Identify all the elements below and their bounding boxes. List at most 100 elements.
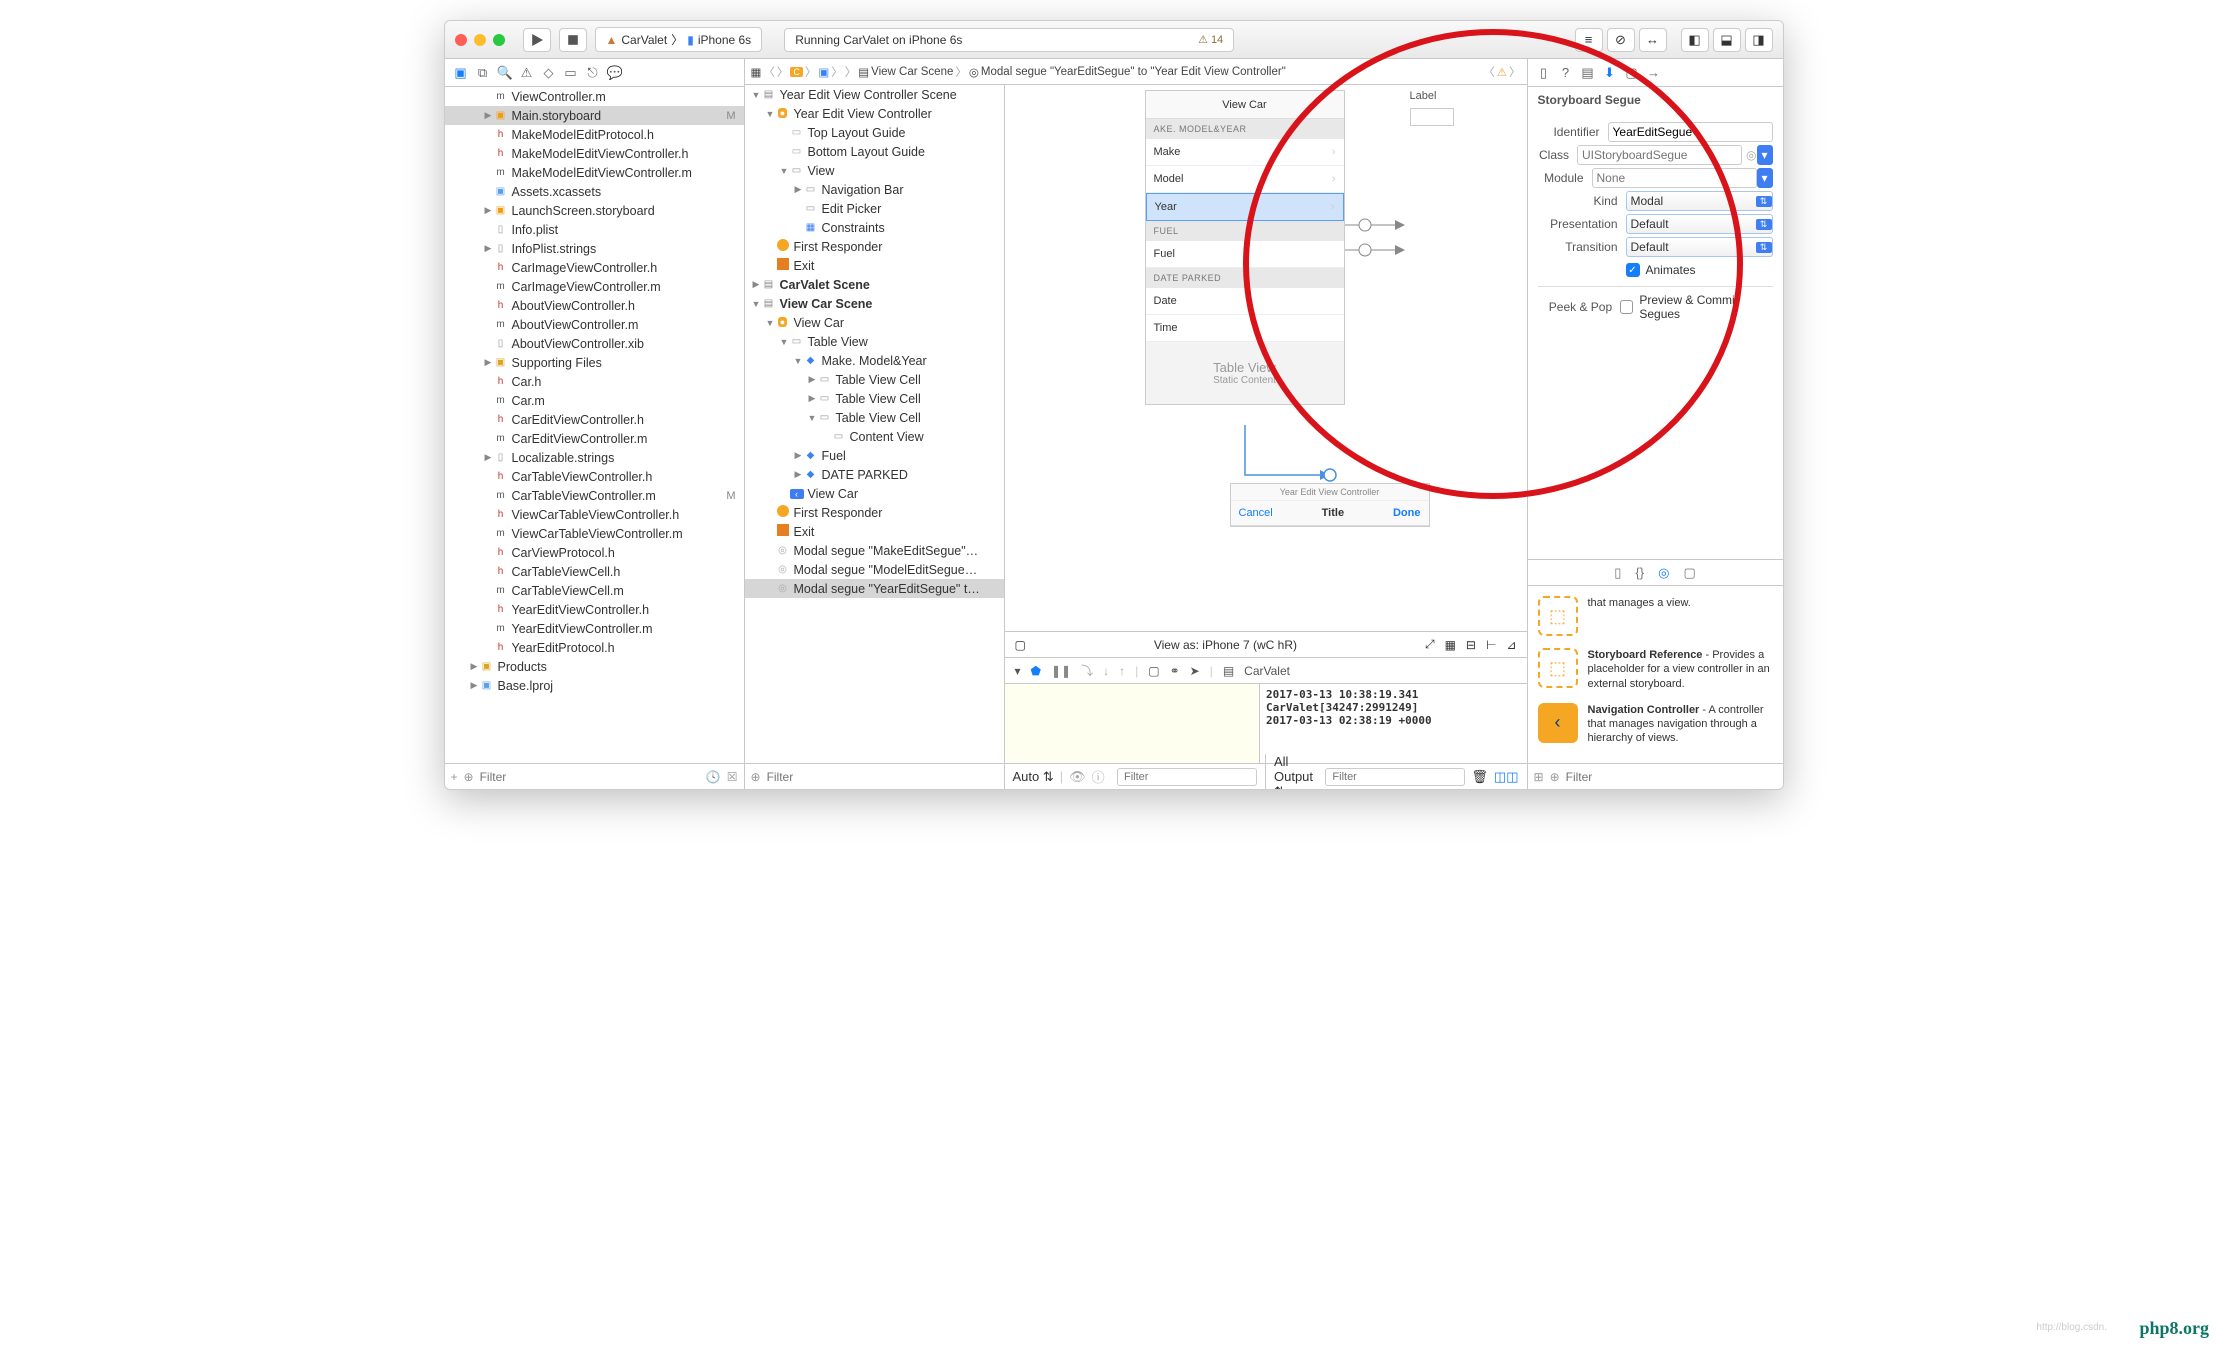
file-row[interactable]: ▯Info.plist — [445, 220, 744, 239]
zoom-icon[interactable] — [493, 34, 505, 46]
test-navigator-icon[interactable]: ◇ — [541, 65, 557, 81]
file-row[interactable]: hViewCarTableViewController.h — [445, 505, 744, 524]
peek-checkbox[interactable] — [1620, 300, 1633, 314]
forward-icon[interactable]: 〉 — [777, 64, 789, 80]
file-row[interactable]: ▶▣Main.storyboardM — [445, 106, 744, 125]
identity-inspector-icon[interactable]: ▤ — [1580, 65, 1596, 81]
memory-graph-icon[interactable]: ⚭ — [1170, 664, 1180, 678]
report-navigator-icon[interactable]: 💬 — [607, 65, 623, 81]
outline-row[interactable]: ▼●View Car — [745, 313, 1004, 332]
file-row[interactable]: hCarViewProtocol.h — [445, 543, 744, 562]
file-row[interactable]: hCarEditViewController.h — [445, 410, 744, 429]
file-row[interactable]: hYearEditProtocol.h — [445, 638, 744, 657]
step-out-icon[interactable]: ↑ — [1119, 664, 1125, 678]
breakpoint-toggle-icon[interactable]: ⬟ — [1031, 664, 1041, 678]
presentation-select[interactable]: Default⇅ — [1626, 214, 1773, 234]
library-item[interactable]: ‹Navigation Controller - A controller th… — [1536, 697, 1775, 752]
outline-row[interactable]: ▦Constraints — [745, 218, 1004, 237]
file-row[interactable]: mViewController.m — [445, 87, 744, 106]
file-tree[interactable]: mViewController.m▶▣Main.storyboardMhMake… — [445, 87, 744, 763]
file-row[interactable]: hYearEditViewController.h — [445, 600, 744, 619]
pause-icon[interactable]: ❚❚ — [1051, 664, 1071, 678]
file-row[interactable]: mCarTableViewController.mM — [445, 486, 744, 505]
view-debug-icon[interactable]: ▢ — [1148, 664, 1159, 678]
file-row[interactable]: mViewCarTableViewController.m — [445, 524, 744, 543]
label-object[interactable]: Label — [1410, 90, 1460, 126]
file-template-icon[interactable]: ▯ — [1614, 565, 1621, 581]
outline-row[interactable]: ▼▤View Car Scene — [745, 294, 1004, 313]
file-row[interactable]: ▶▯InfoPlist.strings — [445, 239, 744, 258]
debug-navigator-icon[interactable]: ▭ — [563, 65, 579, 81]
file-row[interactable]: mCarEditViewController.m — [445, 429, 744, 448]
outline-toggle-icon[interactable]: ▢ — [1015, 638, 1026, 652]
view-car-scene[interactable]: View Car AKE. MODEL&YEAR Make› Model› Ye… — [1145, 90, 1345, 405]
toggle-debug-icon[interactable]: ⬓ — [1713, 28, 1741, 52]
attributes-inspector-icon[interactable]: ⬇ — [1602, 65, 1618, 81]
location-icon[interactable]: ➤ — [1190, 664, 1200, 678]
outline-row[interactable]: ▭Bottom Layout Guide — [745, 142, 1004, 161]
symbol-navigator-icon[interactable]: ⧉ — [475, 65, 491, 81]
file-row[interactable]: ▶▣Products — [445, 657, 744, 676]
file-row[interactable]: mCarTableViewCell.m — [445, 581, 744, 600]
outline-row[interactable]: ▶▤CarValet Scene — [745, 275, 1004, 294]
outline-row[interactable]: ▶▭Navigation Bar — [745, 180, 1004, 199]
variables-filter-input[interactable] — [1117, 768, 1257, 786]
step-in-icon[interactable]: ↓ — [1103, 664, 1109, 678]
outline-row[interactable]: ◎Modal segue "YearEditSegue" t… — [745, 579, 1004, 598]
file-row[interactable]: hAboutViewController.h — [445, 296, 744, 315]
align-icon[interactable]: ⊟ — [1466, 638, 1476, 652]
outline-row[interactable]: ◎Modal segue "ModelEditSegue… — [745, 560, 1004, 579]
outline-row[interactable]: ▼●Year Edit View Controller — [745, 104, 1004, 123]
back-icon[interactable]: 〈 — [763, 64, 775, 80]
outline-row[interactable]: ▶▭Table View Cell — [745, 370, 1004, 389]
outline-row[interactable]: ▭Content View — [745, 427, 1004, 446]
file-row[interactable]: mYearEditViewController.m — [445, 619, 744, 638]
module-field[interactable] — [1592, 168, 1757, 188]
outline-row[interactable]: First Responder — [745, 237, 1004, 256]
outline-row[interactable]: ▭Top Layout Guide — [745, 123, 1004, 142]
code-snippet-icon[interactable]: {} — [1635, 565, 1644, 580]
outline-row[interactable]: ▼▭View — [745, 161, 1004, 180]
recent-icon[interactable]: 🕓 — [706, 770, 721, 784]
scm-icon[interactable]: ☒ — [727, 770, 738, 784]
file-row[interactable]: hMakeModelEditViewController.h — [445, 144, 744, 163]
kind-select[interactable]: Modal⇅ — [1626, 191, 1773, 211]
identifier-field[interactable] — [1608, 122, 1773, 142]
outline-row[interactable]: ▶◆Fuel — [745, 446, 1004, 465]
outline-tree[interactable]: ▼▤Year Edit View Controller Scene▼●Year … — [745, 85, 1004, 763]
process-icon[interactable]: ▤ — [1223, 664, 1234, 678]
cell-time[interactable]: Time — [1146, 315, 1344, 342]
file-row[interactable]: hMakeModelEditProtocol.h — [445, 125, 744, 144]
help-inspector-icon[interactable]: ? — [1558, 65, 1574, 80]
stop-button[interactable] — [559, 28, 587, 52]
outline-row[interactable]: ▼◆Make. Model&Year — [745, 351, 1004, 370]
file-row[interactable]: mCarImageViewController.m — [445, 277, 744, 296]
file-row[interactable]: hCar.h — [445, 372, 744, 391]
toggle-navigator-icon[interactable]: ◧ — [1681, 28, 1709, 52]
cell-year[interactable]: Year› — [1146, 193, 1344, 221]
breakpoint-navigator-icon[interactable]: ⎋ — [585, 65, 601, 81]
library-item[interactable]: ⬚Storyboard Reference - Provides a place… — [1536, 642, 1775, 697]
file-row[interactable]: mAboutViewController.m — [445, 315, 744, 334]
variables-view[interactable] — [1005, 684, 1261, 763]
file-row[interactable]: hCarTableViewCell.h — [445, 562, 744, 581]
embed-icon[interactable]: ▦ — [1445, 638, 1456, 652]
outline-row[interactable]: ▼▭Table View Cell — [745, 408, 1004, 427]
connections-inspector-icon[interactable]: → — [1646, 65, 1662, 80]
debug-target[interactable]: CarValet — [1244, 664, 1290, 678]
split-icon[interactable]: ◫◫ — [1494, 769, 1519, 785]
outline-row[interactable]: ▭Edit Picker — [745, 199, 1004, 218]
file-row[interactable]: ▶▯Localizable.strings — [445, 448, 744, 467]
file-row[interactable]: mMakeModelEditViewController.m — [445, 163, 744, 182]
file-row[interactable]: ▣Assets.xcassets — [445, 182, 744, 201]
file-row[interactable]: ▶▣Supporting Files — [445, 353, 744, 372]
interface-builder-canvas[interactable]: View Car AKE. MODEL&YEAR Make› Model› Ye… — [1005, 85, 1527, 789]
outline-row[interactable]: First Responder — [745, 503, 1004, 522]
scheme-selector[interactable]: ▲ CarValet 〉 ▮ iPhone 6s — [595, 27, 763, 52]
navigator-filter-input[interactable] — [480, 770, 700, 784]
issue-navigator-icon[interactable]: ⚠ — [519, 65, 535, 81]
file-row[interactable]: hCarTableViewController.h — [445, 467, 744, 486]
search-navigator-icon[interactable]: 🔍 — [497, 65, 513, 81]
minimize-icon[interactable] — [474, 34, 486, 46]
run-button[interactable] — [523, 28, 551, 52]
